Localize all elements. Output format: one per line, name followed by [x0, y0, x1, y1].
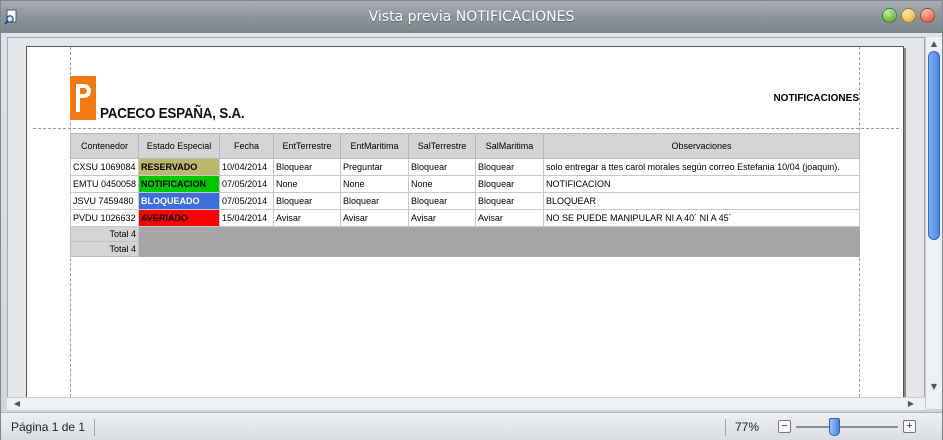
zoom-level: 77%: [735, 420, 760, 434]
table-header-row: Contenedor Estado Especial Fecha EntTerr…: [69, 133, 861, 159]
page-indicator: Página 1 de 1: [11, 420, 86, 434]
fecha-cell: 07/05/2014: [219, 192, 275, 210]
preview-window: Vista previa NOTIFICACIONES PACECO ESPAÑ…: [0, 0, 943, 440]
zoom-in-button[interactable]: +: [903, 420, 916, 433]
title-bar[interactable]: Vista previa NOTIFICACIONES: [1, 1, 942, 33]
table-row: PVDU 1026632 AVERIADO 15/04/2014 Avisar …: [69, 209, 861, 227]
column-header: Observaciones: [543, 133, 861, 159]
zoom-slider-track[interactable]: [796, 426, 898, 428]
ent-terrestre-cell: Bloquear: [273, 158, 342, 176]
contenedor-cell: CXSU 1069084: [69, 158, 140, 176]
scroll-right-arrow-icon[interactable]: ▶: [905, 398, 917, 410]
estado-cell: RESERVADO: [138, 158, 221, 176]
margin-guide-header: [33, 128, 899, 129]
total-label: Total 4: [69, 226, 140, 242]
print-preview-icon: [4, 9, 17, 25]
status-divider: [94, 419, 95, 436]
scroll-left-arrow-icon[interactable]: ◀: [11, 398, 23, 410]
sal-maritima-cell: Bloquear: [475, 175, 545, 193]
total-fill: [138, 226, 861, 242]
company-name: PACECO ESPAÑA, S.A.: [100, 105, 245, 122]
ent-maritima-cell: Avisar: [340, 209, 410, 227]
minimize-button[interactable]: [901, 8, 916, 23]
estado-cell: NOTIFICACION: [138, 175, 221, 193]
vertical-scroll-thumb[interactable]: [928, 51, 940, 240]
window-title: Vista previa NOTIFICACIONES: [368, 9, 575, 25]
ent-maritima-cell: Bloquear: [340, 192, 410, 210]
sal-maritima-cell: Bloquear: [475, 158, 545, 176]
status-divider: [725, 419, 726, 436]
ent-terrestre-cell: Bloquear: [273, 192, 342, 210]
fecha-cell: 07/05/2014: [219, 175, 275, 193]
observaciones-cell: solo entregar a ttes carol morales según…: [543, 158, 861, 176]
observaciones-cell: BLOQUEAR: [543, 192, 861, 210]
total-row: Total 4: [69, 241, 861, 257]
column-header: EntMaritima: [340, 133, 410, 159]
ent-maritima-cell: None: [340, 175, 410, 193]
report-page: PACECO ESPAÑA, S.A. NOTIFICACIONES Conte…: [26, 46, 904, 408]
column-header: SalMaritima: [475, 133, 545, 159]
sal-terrestre-cell: Avisar: [408, 209, 477, 227]
zoom-out-button[interactable]: −: [778, 420, 791, 433]
estado-cell: AVERIADO: [138, 209, 221, 227]
sal-maritima-cell: Avisar: [475, 209, 545, 227]
maximize-button[interactable]: [882, 8, 897, 23]
column-header: SalTerrestre: [408, 133, 477, 159]
column-header: Fecha: [219, 133, 275, 159]
table-row: JSVU 7459480 BLOQUEADO 07/05/2014 Bloque…: [69, 192, 861, 210]
ent-maritima-cell: Preguntar: [340, 158, 410, 176]
preview-viewport[interactable]: PACECO ESPAÑA, S.A. NOTIFICACIONES Conte…: [7, 37, 925, 409]
scroll-down-arrow-icon[interactable]: ▼: [927, 380, 941, 394]
table-row: CXSU 1069084 RESERVADO 10/04/2014 Bloque…: [69, 158, 861, 176]
sal-terrestre-cell: None: [408, 175, 477, 193]
report-title: NOTIFICACIONES: [773, 93, 859, 104]
zoom-slider-thumb[interactable]: [829, 418, 840, 436]
sal-maritima-cell: Bloquear: [475, 192, 545, 210]
horizontal-scrollbar[interactable]: ◀ ▶: [7, 397, 925, 410]
contenedor-cell: EMTU 0450058: [69, 175, 140, 193]
company-logo: [70, 76, 96, 120]
total-row: Total 4: [69, 226, 861, 242]
vertical-scrollbar[interactable]: ▲ ▼: [925, 37, 942, 409]
fecha-cell: 15/04/2014: [219, 209, 275, 227]
close-button[interactable]: [920, 8, 935, 23]
ent-terrestre-cell: Avisar: [273, 209, 342, 227]
column-header: Contenedor: [69, 133, 140, 159]
sal-terrestre-cell: Bloquear: [408, 158, 477, 176]
notifications-table: Contenedor Estado Especial Fecha EntTerr…: [69, 133, 861, 257]
total-fill: [138, 241, 861, 257]
ent-terrestre-cell: None: [273, 175, 342, 193]
scroll-up-arrow-icon[interactable]: ▲: [927, 37, 941, 51]
observaciones-cell: NOTIFICACION: [543, 175, 861, 193]
sal-terrestre-cell: Bloquear: [408, 192, 477, 210]
contenedor-cell: PVDU 1026632: [69, 209, 140, 227]
table-row: EMTU 0450058 NOTIFICACION 07/05/2014 Non…: [69, 175, 861, 193]
estado-cell: BLOQUEADO: [138, 192, 221, 210]
column-header: Estado Especial: [138, 133, 221, 159]
contenedor-cell: JSVU 7459480: [69, 192, 140, 210]
total-label: Total 4: [69, 241, 140, 257]
fecha-cell: 10/04/2014: [219, 158, 275, 176]
observaciones-cell: NO SE PUEDE MANIPULAR NI A 40´ NI A 45´: [543, 209, 861, 227]
status-bar: Página 1 de 1 77% − +: [1, 412, 942, 440]
column-header: EntTerrestre: [273, 133, 342, 159]
